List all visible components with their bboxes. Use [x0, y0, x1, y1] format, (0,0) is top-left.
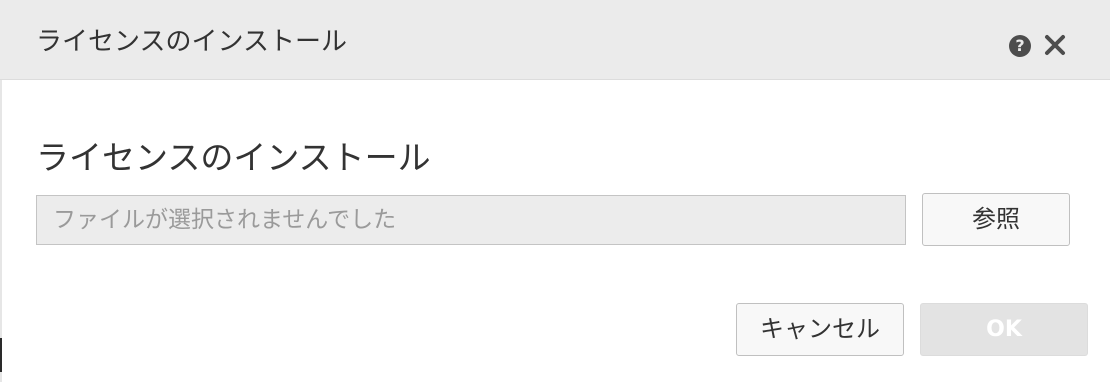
close-x-glyph [1045, 35, 1065, 55]
dialog-title: ライセンスのインストール [36, 27, 347, 57]
license-install-dialog: ライセンスのインストール ? ライセンスのインストール ファイルが選択されません… [0, 0, 1110, 382]
left-edge-divider [0, 80, 2, 382]
dialog-header: ライセンスのインストール ? [0, 0, 1110, 80]
ok-button[interactable]: OK [920, 303, 1088, 356]
close-icon[interactable] [1040, 30, 1070, 60]
section-title: ライセンスのインストール [36, 138, 431, 177]
file-field-placeholder: ファイルが選択されませんでした [53, 207, 397, 233]
help-icon[interactable]: ? [1009, 35, 1031, 57]
left-edge-marker [0, 338, 2, 372]
cancel-button[interactable]: キャンセル [736, 303, 904, 356]
selected-file-field[interactable]: ファイルが選択されませんでした [36, 195, 906, 245]
browse-button[interactable]: 参照 [922, 193, 1070, 246]
